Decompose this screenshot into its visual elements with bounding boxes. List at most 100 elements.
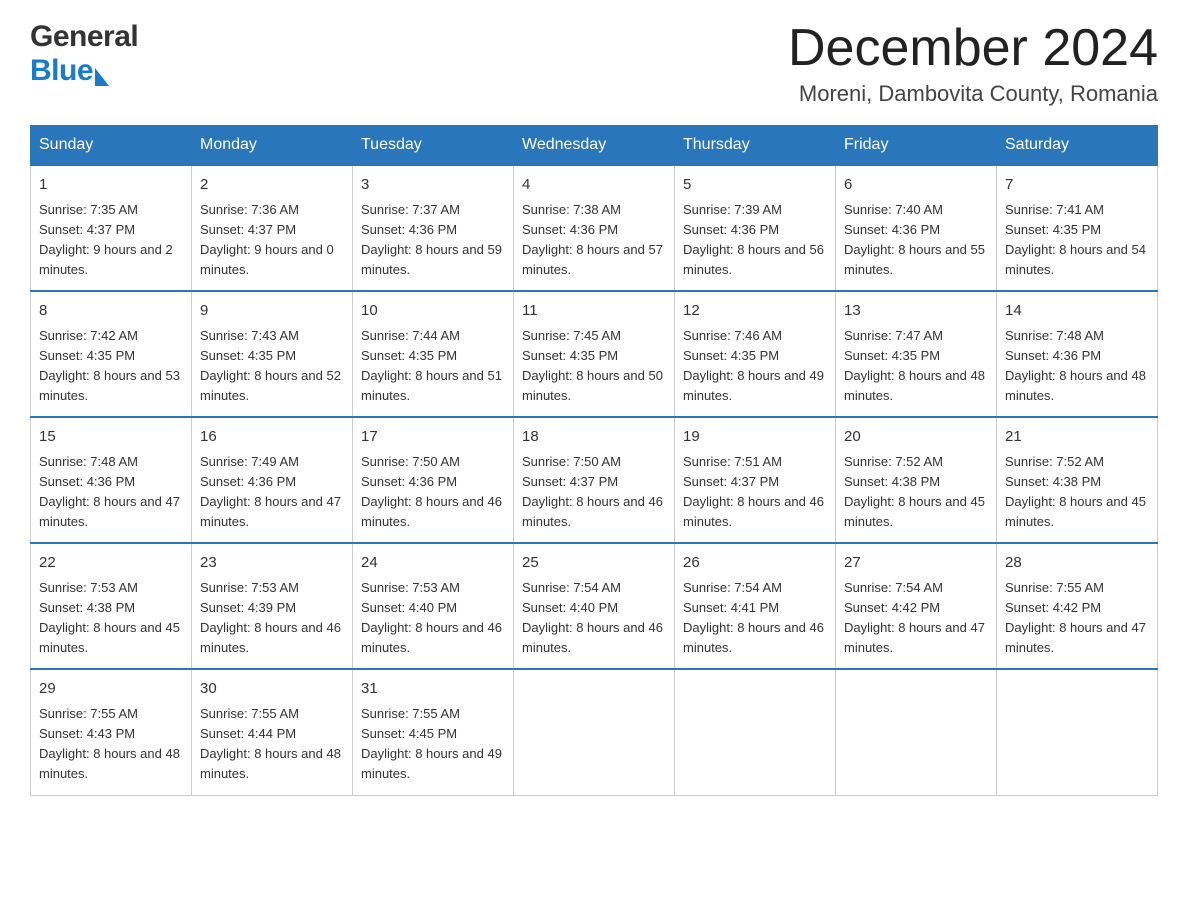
day-info: Sunrise: 7:54 AMSunset: 4:41 PMDaylight:… [683,580,824,655]
page-header: General Blue December 2024 Moreni, Dambo… [30,20,1158,107]
day-info: Sunrise: 7:45 AMSunset: 4:35 PMDaylight:… [522,328,663,403]
calendar-cell [514,669,675,795]
day-number: 3 [361,174,505,197]
day-info: Sunrise: 7:55 AMSunset: 4:45 PMDaylight:… [361,706,502,781]
day-info: Sunrise: 7:55 AMSunset: 4:44 PMDaylight:… [200,706,341,781]
calendar-header-tuesday: Tuesday [353,126,514,166]
day-info: Sunrise: 7:52 AMSunset: 4:38 PMDaylight:… [844,454,985,529]
calendar-cell: 13Sunrise: 7:47 AMSunset: 4:35 PMDayligh… [836,291,997,417]
day-info: Sunrise: 7:47 AMSunset: 4:35 PMDaylight:… [844,328,985,403]
day-number: 26 [683,552,827,575]
calendar-cell: 25Sunrise: 7:54 AMSunset: 4:40 PMDayligh… [514,543,675,669]
day-info: Sunrise: 7:48 AMSunset: 4:36 PMDaylight:… [39,454,180,529]
day-info: Sunrise: 7:55 AMSunset: 4:42 PMDaylight:… [1005,580,1146,655]
calendar-cell: 11 Sunrise: 7:45 AMSunset: 4:35 PMDayligh… [514,291,675,417]
calendar-cell: 24Sunrise: 7:53 AMSunset: 4:40 PMDayligh… [353,543,514,669]
calendar-cell [675,669,836,795]
day-number: 9 [200,300,344,323]
calendar-cell: 14Sunrise: 7:48 AMSunset: 4:36 PMDayligh… [997,291,1158,417]
calendar-cell: 28 Sunrise: 7:55 AMSunset: 4:42 PMDayligh… [997,543,1158,669]
calendar-cell: 29 Sunrise: 7:55 AMSunset: 4:43 PMDayligh… [31,669,192,795]
title-area: December 2024 Moreni, Dambovita County, … [788,20,1158,107]
day-info: Sunrise: 7:48 AMSunset: 4:36 PMDaylight:… [1005,328,1146,403]
calendar-cell: 27 Sunrise: 7:54 AMSunset: 4:42 PMDayligh… [836,543,997,669]
calendar-cell: 12 Sunrise: 7:46 AMSunset: 4:35 PMDayligh… [675,291,836,417]
day-number: 6 [844,174,988,197]
day-info: Sunrise: 7:46 AMSunset: 4:35 PMDaylight:… [683,328,824,403]
day-info: Sunrise: 7:39 AMSunset: 4:36 PMDaylight:… [683,202,824,277]
calendar-cell: 23 Sunrise: 7:53 AMSunset: 4:39 PMDayligh… [192,543,353,669]
day-number: 30 [200,678,344,701]
day-number: 19 [683,426,827,449]
day-info: Sunrise: 7:53 AMSunset: 4:39 PMDaylight:… [200,580,341,655]
day-info: Sunrise: 7:35 AMSunset: 4:37 PMDaylight:… [39,202,173,277]
calendar-cell: 26 Sunrise: 7:54 AMSunset: 4:41 PMDayligh… [675,543,836,669]
day-info: Sunrise: 7:43 AMSunset: 4:35 PMDaylight:… [200,328,341,403]
day-info: Sunrise: 7:36 AMSunset: 4:37 PMDaylight:… [200,202,334,277]
day-number: 1 [39,174,183,197]
day-number: 27 [844,552,988,575]
calendar-header-sunday: Sunday [31,126,192,166]
calendar-header-saturday: Saturday [997,126,1158,166]
day-number: 7 [1005,174,1149,197]
day-number: 23 [200,552,344,575]
day-number: 29 [39,678,183,701]
calendar-cell: 4Sunrise: 7:38 AMSunset: 4:36 PMDaylight… [514,165,675,291]
day-info: Sunrise: 7:50 AMSunset: 4:36 PMDaylight:… [361,454,502,529]
calendar-week-row: 15 Sunrise: 7:48 AMSunset: 4:36 PMDayligh… [31,417,1158,543]
day-info: Sunrise: 7:53 AMSunset: 4:40 PMDaylight:… [361,580,502,655]
calendar-cell: 20 Sunrise: 7:52 AMSunset: 4:38 PMDayligh… [836,417,997,543]
day-number: 4 [522,174,666,197]
calendar-cell: 2 Sunrise: 7:36 AMSunset: 4:37 PMDaylight… [192,165,353,291]
day-number: 5 [683,174,827,197]
calendar-table: SundayMondayTuesdayWednesdayThursdayFrid… [30,125,1158,795]
calendar-cell: 6 Sunrise: 7:40 AMSunset: 4:36 PMDaylight… [836,165,997,291]
month-title: December 2024 [788,20,1158,77]
calendar-cell: 3Sunrise: 7:37 AMSunset: 4:36 PMDaylight… [353,165,514,291]
calendar-cell: 30 Sunrise: 7:55 AMSunset: 4:44 PMDayligh… [192,669,353,795]
calendar-cell [836,669,997,795]
day-info: Sunrise: 7:49 AMSunset: 4:36 PMDaylight:… [200,454,341,529]
calendar-cell: 8 Sunrise: 7:42 AMSunset: 4:35 PMDaylight… [31,291,192,417]
calendar-cell: 9 Sunrise: 7:43 AMSunset: 4:35 PMDaylight… [192,291,353,417]
calendar-week-row: 8 Sunrise: 7:42 AMSunset: 4:35 PMDaylight… [31,291,1158,417]
day-info: Sunrise: 7:42 AMSunset: 4:35 PMDaylight:… [39,328,180,403]
logo: General Blue [30,20,138,88]
day-number: 28 [1005,552,1149,575]
calendar-cell: 15 Sunrise: 7:48 AMSunset: 4:36 PMDayligh… [31,417,192,543]
day-info: Sunrise: 7:40 AMSunset: 4:36 PMDaylight:… [844,202,985,277]
calendar-cell: 1 Sunrise: 7:35 AMSunset: 4:37 PMDaylight… [31,165,192,291]
day-number: 31 [361,678,505,701]
day-info: Sunrise: 7:55 AMSunset: 4:43 PMDaylight:… [39,706,180,781]
calendar-week-row: 29 Sunrise: 7:55 AMSunset: 4:43 PMDayligh… [31,669,1158,795]
calendar-cell: 7Sunrise: 7:41 AMSunset: 4:35 PMDaylight… [997,165,1158,291]
day-number: 15 [39,426,183,449]
calendar-cell: 17 Sunrise: 7:50 AMSunset: 4:36 PMDayligh… [353,417,514,543]
day-number: 16 [200,426,344,449]
calendar-header-monday: Monday [192,126,353,166]
day-number: 17 [361,426,505,449]
day-number: 12 [683,300,827,323]
calendar-cell: 19Sunrise: 7:51 AMSunset: 4:37 PMDayligh… [675,417,836,543]
location-title: Moreni, Dambovita County, Romania [788,81,1158,107]
calendar-cell [997,669,1158,795]
day-info: Sunrise: 7:54 AMSunset: 4:40 PMDaylight:… [522,580,663,655]
day-info: Sunrise: 7:52 AMSunset: 4:38 PMDaylight:… [1005,454,1146,529]
calendar-week-row: 22Sunrise: 7:53 AMSunset: 4:38 PMDayligh… [31,543,1158,669]
day-info: Sunrise: 7:50 AMSunset: 4:37 PMDaylight:… [522,454,663,529]
logo-arrow-icon [95,68,109,86]
calendar-cell: 5 Sunrise: 7:39 AMSunset: 4:36 PMDaylight… [675,165,836,291]
day-number: 18 [522,426,666,449]
day-info: Sunrise: 7:44 AMSunset: 4:35 PMDaylight:… [361,328,502,403]
day-number: 21 [1005,426,1149,449]
calendar-header-row: SundayMondayTuesdayWednesdayThursdayFrid… [31,126,1158,166]
day-number: 2 [200,174,344,197]
day-number: 22 [39,552,183,575]
day-info: Sunrise: 7:54 AMSunset: 4:42 PMDaylight:… [844,580,985,655]
calendar-cell: 22Sunrise: 7:53 AMSunset: 4:38 PMDayligh… [31,543,192,669]
day-number: 8 [39,300,183,323]
day-number: 11 [522,300,666,323]
calendar-cell: 18 Sunrise: 7:50 AMSunset: 4:37 PMDayligh… [514,417,675,543]
calendar-cell: 10Sunrise: 7:44 AMSunset: 4:35 PMDayligh… [353,291,514,417]
day-number: 20 [844,426,988,449]
